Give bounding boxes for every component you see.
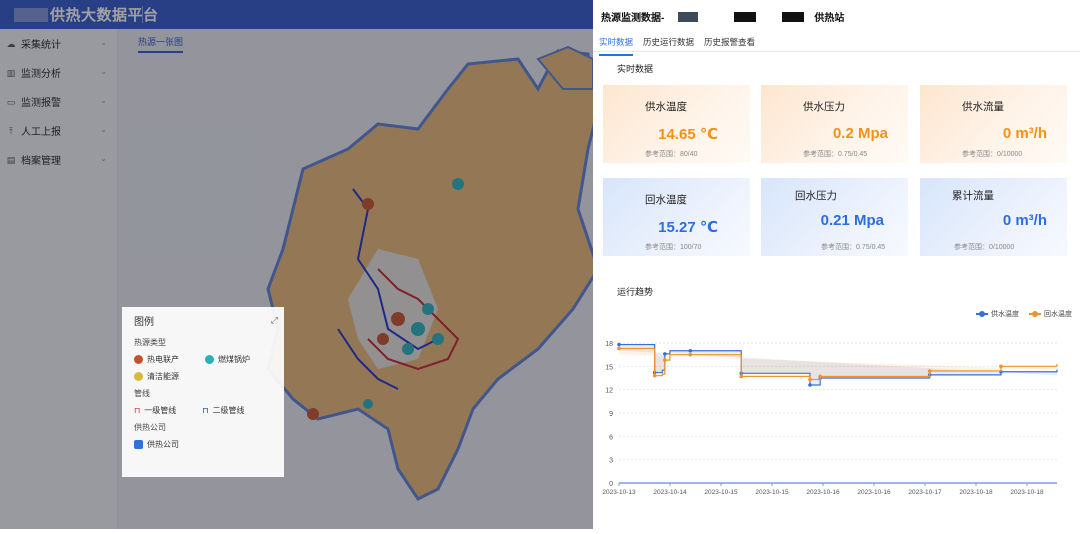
boiler-pin-icon [205,355,214,364]
chp-pin-icon [134,355,143,364]
panel-title: 热源监测数据- 供热站 [601,9,844,24]
legend-item: 二级管线 [212,406,245,415]
card-label: 供水流量 [962,101,1004,113]
expand-icon[interactable]: ⤢ [271,315,278,326]
panel-title-prefix: 热源监测数据- [601,13,665,24]
pipeline-level1-icon: ⊓ [134,406,141,415]
legend-title: 图例 [134,317,154,328]
card-reference: 参考范围：80/40 [645,151,698,158]
x-tick-label: 2023-10-15 [704,489,738,496]
line-marker-icon [976,311,988,317]
legend-row: ⊓ 一级管线 ⊓ 二级管线 [134,405,272,416]
y-tick-label: 12 [605,388,613,395]
line-marker-icon [1029,311,1041,317]
section-title-realtime: 实时数据 [617,64,654,74]
clean-energy-pin-icon [134,372,143,381]
card-reference: 参考范围：0.75/0.45 [803,151,868,158]
legend-return[interactable]: 回水温度 [1029,309,1072,319]
card-label: 供水压力 [803,101,845,113]
redacted-mark [678,11,699,22]
data-point [739,374,744,379]
trend-chart: 供水温度 回水温度 0 3 6 9 12 15 18 2023-10-13 2023-10-14… [593,296,1080,529]
card-value: 0.21 Mpa [820,212,884,229]
panel-tabs: 实时数据 历史运行数据 历史报警查看 [599,36,755,56]
redacted-mark [782,11,805,22]
legend-item: 燃煤锅炉 [218,355,250,364]
y-tick-label: 0 [609,481,613,488]
x-tick-label: 2023-10-16 [857,489,891,496]
legend-label: 回水温度 [1044,311,1072,318]
company-icon [134,440,143,449]
tab-history-run[interactable]: 历史运行数据 [643,36,694,56]
tab-realtime[interactable]: 实时数据 [599,36,634,56]
y-tick-label: 9 [609,411,613,418]
y-tick-label: 15 [605,364,613,371]
card-supply-temp: 供水温度 14.65 ℃ 参考范围：80/40 [603,85,750,163]
legend-group-heat-source: 热源类型 [134,338,166,347]
tab-history-alarm[interactable]: 历史报警查看 [704,36,755,56]
card-return-temp: 回水温度 15.27 ℃ 参考范围：100/70 [603,178,750,256]
data-point [927,369,932,373]
pipeline-level2-icon: ⊓ [202,406,209,415]
data-point [652,373,657,378]
card-return-pressure: 回水压力 0.21 Mpa 参考范围：0.75/0.45 [761,178,908,256]
legend-group-pipeline: 管线 [134,389,150,398]
x-tick-label: 2023-10-15 [755,489,789,496]
data-point [808,383,812,387]
card-value: 0 m³/h [1002,125,1047,142]
data-point [617,342,621,347]
card-label: 累计流量 [952,190,994,202]
legend-item: 热电联产 [147,355,179,364]
legend-row: 清洁能源 [134,371,272,382]
card-reference: 参考范围：100/70 [645,244,702,251]
legend-item: 一级管线 [144,406,177,415]
x-tick-label: 2023-10-14 [653,489,687,496]
card-cumulative-flow: 累计流量 0 m³/h 参考范围：0/10000 [920,178,1067,256]
heat-source-panel: 热源监测数据- 供热站 实时数据 历史运行数据 历史报警查看 实时数据 供水温度… [593,0,1080,529]
data-point [818,374,822,379]
redacted-mark [734,11,757,22]
legend-supply[interactable]: 供水温度 [976,309,1019,319]
data-point [617,346,621,351]
card-reference: 参考范围：0/10000 [954,244,1015,251]
data-point [808,377,812,382]
map-legend: 图例 ⤢ 热源类型 热电联产 燃煤锅炉 清洁能源 管线 ⊓ 一级管线 ⊓ 二级管线 … [122,307,284,477]
card-value: 15.27 ℃ [658,219,718,236]
card-label: 回水压力 [795,190,837,202]
card-supply-pressure: 供水压力 0.2 Mpa 参考范围：0.75/0.45 [761,85,908,163]
legend-row: 供热公司 [134,439,272,450]
card-label: 回水温度 [645,194,687,206]
data-point [999,364,1003,369]
legend-group-company: 供热公司 [134,423,166,432]
x-tick-label: 2023-10-16 [806,489,840,496]
y-tick-label: 3 [609,458,613,465]
x-tick-label: 2023-10-18 [1010,489,1044,496]
legend-row: 热电联产 燃煤锅炉 [134,354,272,365]
chart-legend: 供水温度 回水温度 [976,309,1072,319]
legend-item: 供热公司 [147,440,179,449]
card-value: 0 m³/h [1002,212,1047,229]
card-value: 14.65 ℃ [658,126,718,143]
x-tick-label: 2023-10-13 [602,489,636,496]
card-label: 供水温度 [645,101,687,113]
legend-label: 供水温度 [991,311,1019,318]
panel-title-suffix: 供热站 [814,13,845,24]
legend-item: 清洁能源 [147,372,179,381]
card-value: 0.2 Mpa [832,125,888,142]
legend-item-wrap: 燃煤锅炉 [205,354,250,365]
tab-divider [593,51,1080,52]
card-reference: 参考范围：0/10000 [962,151,1023,158]
data-point [663,358,667,362]
data-point [663,352,667,356]
x-tick-label: 2023-10-18 [959,489,993,496]
trend-plot: 0 3 6 9 12 15 18 2023-10-13 2023-10-14 2023-10-15… [602,341,1058,496]
y-tick-label: 6 [609,434,613,441]
card-supply-flow: 供水流量 0 m³/h 参考范围：0/10000 [920,85,1067,163]
y-tick-label: 18 [605,341,613,348]
card-reference: 参考范围：0.75/0.45 [821,244,886,251]
data-point [688,348,693,353]
x-tick-label: 2023-10-17 [908,489,942,496]
legend-item-wrap: ⊓ 二级管线 [202,405,244,416]
data-point [688,352,693,357]
